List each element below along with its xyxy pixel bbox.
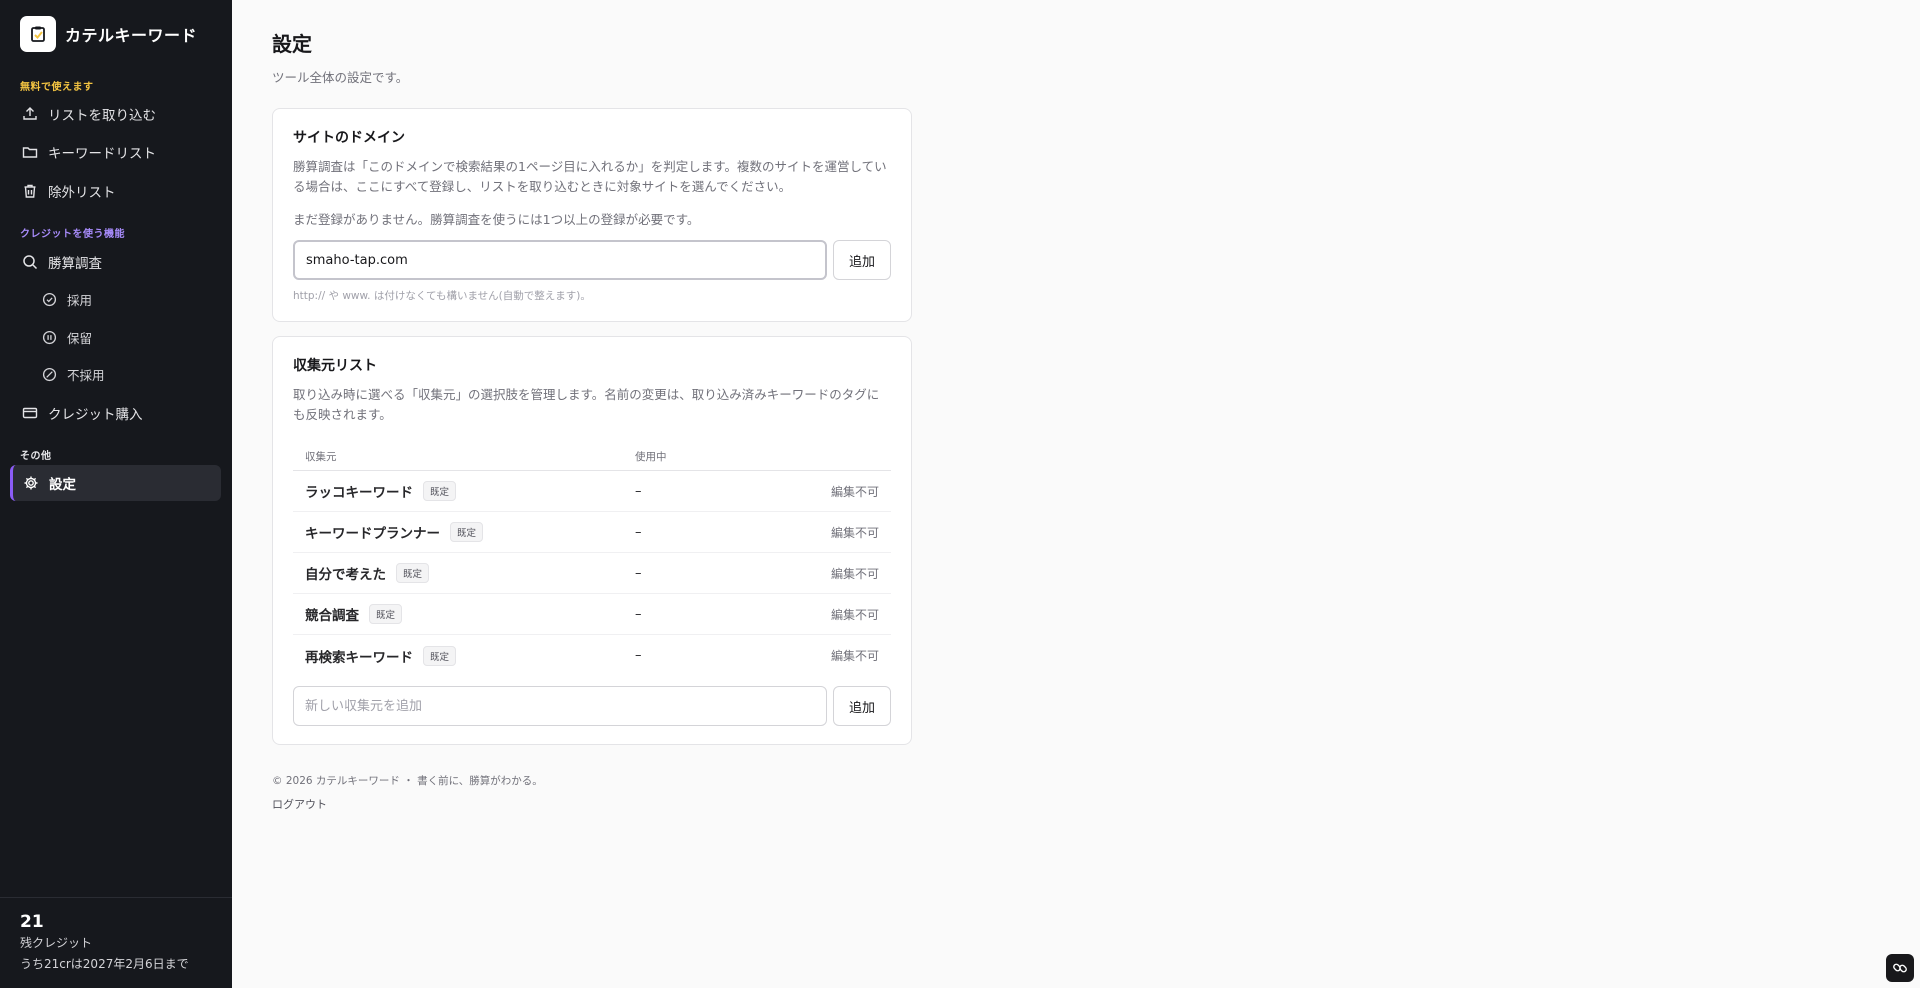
table-row: 競合調査 既定 – 編集不可 — [293, 594, 891, 635]
source-name: キーワードプランナー — [305, 526, 440, 542]
app-name: カテルキーワード — [65, 26, 198, 45]
sidebar-item-label: クレジット購入 — [48, 407, 143, 423]
sidebar-item-label: 除外リスト — [48, 185, 116, 201]
sidebar-item-label: 採用 — [67, 292, 93, 308]
edit-status: 編集不可 — [830, 566, 879, 581]
in-use-value: – — [635, 606, 642, 622]
sidebar-item-label: 保留 — [67, 330, 93, 346]
page-subtitle: ツール全体の設定です。 — [272, 70, 409, 85]
source-name: ラッコキーワード — [305, 485, 413, 501]
domain-card: サイトのドメイン 勝算調査は「このドメインで検索結果の1ページ目に入れるか」を判… — [272, 108, 912, 322]
section-label-credit: クレジットを使う機能 — [20, 229, 125, 240]
sidebar-item-label: 勝算調査 — [48, 256, 102, 272]
default-badge: 既定 — [369, 604, 403, 624]
gear-icon — [24, 476, 38, 490]
credit-count: 21 — [20, 912, 44, 932]
table-row: 自分で考えた 既定 – 編集不可 — [293, 553, 891, 594]
source-card-title: 収集元リスト — [293, 358, 377, 374]
credit-label: 残クレジット — [20, 936, 93, 950]
sidebar-item-settings[interactable]: 設定 — [10, 465, 221, 501]
footer-copyright: © 2026 カテルキーワード ・ 書く前に、勝算がわかる。 — [272, 775, 543, 787]
table-row: キーワードプランナー 既定 – 編集不可 — [293, 512, 891, 553]
main-content: 設定 ツール全体の設定です。 サイトのドメイン 勝算調査は「このドメインで検索結… — [272, 28, 912, 812]
add-domain-button[interactable]: 追加 — [833, 240, 891, 280]
new-source-input[interactable] — [293, 686, 827, 726]
default-badge: 既定 — [396, 563, 430, 583]
sidebar-item-adopt[interactable]: 採用 — [32, 281, 221, 317]
credit-expiry: うち21crは2027年2月6日まで — [20, 957, 189, 971]
trash-icon — [24, 184, 36, 198]
col-header-in-use: 使用中 — [635, 451, 667, 463]
in-use-value: – — [635, 648, 642, 663]
default-badge: 既定 — [423, 645, 457, 666]
sidebar-item-reject[interactable]: 不採用 — [32, 356, 221, 392]
pause-circle-icon — [42, 330, 57, 344]
edit-status: 編集不可 — [830, 607, 879, 622]
default-badge: 既定 — [423, 481, 457, 501]
sidebar: カテルキーワード 無料で使えます リストを取り込む キーワードリスト 除外リスト… — [0, 0, 232, 988]
section-label-other: その他 — [20, 451, 52, 462]
domain-empty-note: まだ登録がありません。勝算調査を使うには1つ以上の登録が必要です。 — [293, 212, 700, 227]
table-row: 再検索キーワード 既定 – 編集不可 — [293, 635, 891, 676]
default-badge: 既定 — [450, 522, 484, 542]
check-circle-icon — [42, 292, 57, 306]
source-card-description: 取り込み時に選べる「収集元」の選択肢を管理します。名前の変更は、取り込み済みキー… — [293, 387, 880, 422]
edit-status: 編集不可 — [830, 484, 879, 499]
edit-status: 編集不可 — [830, 525, 879, 540]
in-use-value: – — [635, 565, 642, 581]
link-icon — [1893, 963, 1907, 973]
source-table: 収集元 使用中 ラッコキーワード 既定 – 編集不可 キーワードプランナー 既定 – 編集不可… — [293, 443, 891, 676]
domain-input[interactable]: smaho-tap.com — [293, 240, 827, 280]
app-logo-icon — [20, 16, 56, 52]
sidebar-item-exclude[interactable]: 除外リスト — [10, 173, 221, 209]
domain-hint: http:// や www. は付けなくても構いません(自動で整えます)。 — [293, 290, 591, 302]
source-card: 収集元リスト 取り込み時に選べる「収集元」の選択肢を管理します。名前の変更は、取… — [272, 336, 912, 745]
page-title: 設定 — [272, 32, 312, 56]
sidebar-item-label: リストを取り込む — [48, 108, 156, 124]
edit-status: 編集不可 — [830, 649, 879, 663]
source-name: 自分で考えた — [305, 567, 386, 583]
search-icon — [23, 255, 38, 270]
source-name: 競合調査 — [305, 608, 359, 624]
credit-summary: 21 残クレジット うち21crは2027年2月6日まで — [0, 897, 232, 984]
sidebar-item-keywords[interactable]: キーワードリスト — [10, 134, 221, 170]
brand[interactable]: カテルキーワード — [20, 16, 197, 52]
sidebar-item-label: キーワードリスト — [48, 146, 156, 162]
sidebar-item-research[interactable]: 勝算調査 — [10, 244, 221, 280]
upload-icon — [23, 107, 37, 120]
table-header: 収集元 使用中 — [293, 443, 891, 471]
sidebar-item-import[interactable]: リストを取り込む — [10, 96, 221, 132]
sidebar-item-buy-credit[interactable]: クレジット購入 — [10, 395, 221, 431]
domain-card-title: サイトのドメイン — [293, 130, 405, 146]
section-label-free: 無料で使えます — [20, 82, 94, 93]
add-source-button[interactable]: 追加 — [833, 686, 891, 726]
link-tool-button[interactable] — [1886, 954, 1914, 982]
folder-icon — [22, 147, 38, 158]
in-use-value: – — [635, 483, 642, 499]
ban-circle-icon — [42, 367, 57, 381]
source-name: 再検索キーワード — [305, 649, 413, 666]
table-row: ラッコキーワード 既定 – 編集不可 — [293, 471, 891, 512]
col-header-source: 収集元 — [305, 451, 337, 463]
sidebar-item-label: 設定 — [49, 477, 76, 493]
sidebar-item-hold[interactable]: 保留 — [32, 319, 221, 355]
sidebar-item-label: 不採用 — [67, 367, 105, 383]
domain-card-description: 勝算調査は「このドメインで検索結果の1ページ目に入れるか」を判定します。複数のサ… — [293, 159, 887, 194]
credit-card-icon — [22, 407, 38, 419]
logout-link[interactable]: ログアウト — [272, 796, 327, 812]
in-use-value: – — [635, 524, 642, 540]
